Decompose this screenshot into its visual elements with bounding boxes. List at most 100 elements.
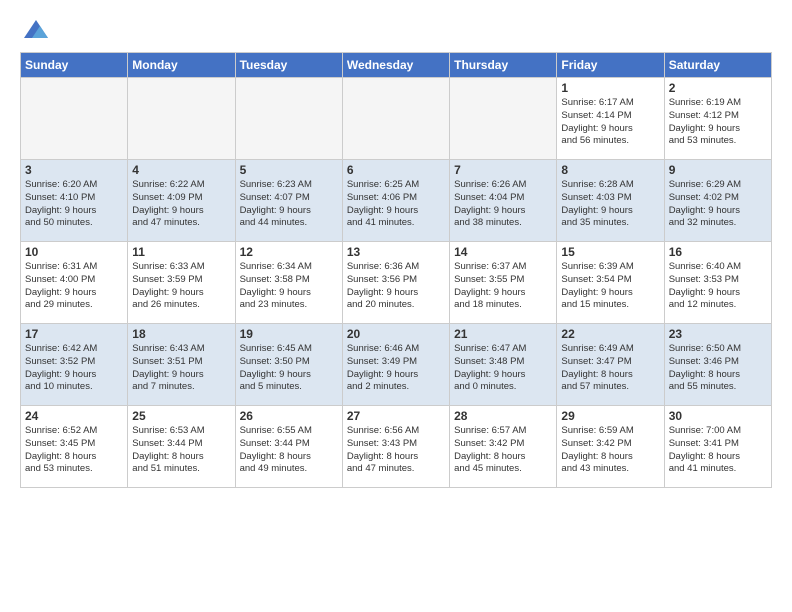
day-number: 3 (25, 163, 123, 177)
day-info: Sunrise: 6:40 AM Sunset: 3:53 PM Dayligh… (669, 261, 767, 312)
day-number: 11 (132, 245, 230, 259)
day-number: 17 (25, 327, 123, 341)
day-info: Sunrise: 6:26 AM Sunset: 4:04 PM Dayligh… (454, 179, 552, 230)
day-number: 18 (132, 327, 230, 341)
calendar-week-row: 1 Sunrise: 6:17 AM Sunset: 4:14 PM Daylig… (21, 78, 772, 160)
day-info: Sunrise: 6:45 AM Sunset: 3:50 PM Dayligh… (240, 343, 338, 394)
calendar-cell: 26Sunrise: 6:55 AM Sunset: 3:44 PM Dayli… (235, 406, 342, 488)
day-info: Sunrise: 6:39 AM Sunset: 3:54 PM Dayligh… (561, 261, 659, 312)
calendar-cell: 15 Sunrise: 6:39 AM Sunset: 3:54 PM Dayli… (557, 242, 664, 324)
logo-icon (22, 16, 50, 44)
day-number: 30 (669, 409, 767, 423)
calendar-cell: 8 Sunrise: 6:28 AM Sunset: 4:03 PM Daylig… (557, 160, 664, 242)
day-number: 29 (561, 409, 659, 423)
day-number: 25 (132, 409, 230, 423)
calendar-week-row: 3Sunrise: 6:20 AM Sunset: 4:10 PM Daylig… (21, 160, 772, 242)
calendar-cell: 20 Sunrise: 6:46 AM Sunset: 3:49 PM Dayli… (342, 324, 449, 406)
calendar-cell: 29 Sunrise: 6:59 AM Sunset: 3:42 PM Dayli… (557, 406, 664, 488)
calendar-cell (342, 78, 449, 160)
day-number: 13 (347, 245, 445, 259)
day-number: 19 (240, 327, 338, 341)
calendar-cell: 16 Sunrise: 6:40 AM Sunset: 3:53 PM Dayli… (664, 242, 771, 324)
calendar-cell (21, 78, 128, 160)
day-number: 2 (669, 81, 767, 95)
day-info: Sunrise: 6:25 AM Sunset: 4:06 PM Dayligh… (347, 179, 445, 230)
day-info: Sunrise: 6:56 AM Sunset: 3:43 PM Dayligh… (347, 425, 445, 476)
day-number: 27 (347, 409, 445, 423)
day-number: 6 (347, 163, 445, 177)
day-number: 26 (240, 409, 338, 423)
calendar-cell: 22Sunrise: 6:49 AM Sunset: 3:47 PM Dayli… (557, 324, 664, 406)
day-number: 14 (454, 245, 552, 259)
calendar-cell: 9 Sunrise: 6:29 AM Sunset: 4:02 PM Daylig… (664, 160, 771, 242)
calendar-week-row: 24 Sunrise: 6:52 AM Sunset: 3:45 PM Dayli… (21, 406, 772, 488)
day-number: 1 (561, 81, 659, 95)
page: SundayMondayTuesdayWednesdayThursdayFrid… (0, 0, 792, 500)
day-info: Sunrise: 6:37 AM Sunset: 3:55 PM Dayligh… (454, 261, 552, 312)
day-info: Sunrise: 6:33 AM Sunset: 3:59 PM Dayligh… (132, 261, 230, 312)
day-number: 24 (25, 409, 123, 423)
day-number: 5 (240, 163, 338, 177)
logo (20, 16, 50, 44)
calendar-cell: 19 Sunrise: 6:45 AM Sunset: 3:50 PM Dayli… (235, 324, 342, 406)
calendar-cell: 5 Sunrise: 6:23 AM Sunset: 4:07 PM Daylig… (235, 160, 342, 242)
day-info: Sunrise: 6:52 AM Sunset: 3:45 PM Dayligh… (25, 425, 123, 476)
calendar-cell: 25 Sunrise: 6:53 AM Sunset: 3:44 PM Dayli… (128, 406, 235, 488)
day-info: Sunrise: 6:34 AM Sunset: 3:58 PM Dayligh… (240, 261, 338, 312)
day-info: Sunrise: 6:29 AM Sunset: 4:02 PM Dayligh… (669, 179, 767, 230)
weekday-header: Tuesday (235, 53, 342, 78)
day-info: Sunrise: 6:23 AM Sunset: 4:07 PM Dayligh… (240, 179, 338, 230)
calendar-cell: 30 Sunrise: 7:00 AM Sunset: 3:41 PM Dayli… (664, 406, 771, 488)
calendar-cell: 3Sunrise: 6:20 AM Sunset: 4:10 PM Daylig… (21, 160, 128, 242)
calendar-table: SundayMondayTuesdayWednesdayThursdayFrid… (20, 52, 772, 488)
day-info: Sunrise: 6:31 AM Sunset: 4:00 PM Dayligh… (25, 261, 123, 312)
calendar-cell: 4 Sunrise: 6:22 AM Sunset: 4:09 PM Daylig… (128, 160, 235, 242)
day-number: 21 (454, 327, 552, 341)
weekday-header: Wednesday (342, 53, 449, 78)
weekday-header: Saturday (664, 53, 771, 78)
day-info: Sunrise: 6:17 AM Sunset: 4:14 PM Dayligh… (561, 97, 659, 148)
calendar-cell: 21 Sunrise: 6:47 AM Sunset: 3:48 PM Dayli… (450, 324, 557, 406)
day-info: Sunrise: 6:59 AM Sunset: 3:42 PM Dayligh… (561, 425, 659, 476)
calendar-cell: 1 Sunrise: 6:17 AM Sunset: 4:14 PM Daylig… (557, 78, 664, 160)
day-info: Sunrise: 6:28 AM Sunset: 4:03 PM Dayligh… (561, 179, 659, 230)
calendar-cell: 14 Sunrise: 6:37 AM Sunset: 3:55 PM Dayli… (450, 242, 557, 324)
day-number: 12 (240, 245, 338, 259)
calendar-header-row: SundayMondayTuesdayWednesdayThursdayFrid… (21, 53, 772, 78)
calendar-cell: 6 Sunrise: 6:25 AM Sunset: 4:06 PM Daylig… (342, 160, 449, 242)
day-number: 9 (669, 163, 767, 177)
day-info: Sunrise: 6:46 AM Sunset: 3:49 PM Dayligh… (347, 343, 445, 394)
day-number: 8 (561, 163, 659, 177)
weekday-header: Monday (128, 53, 235, 78)
day-info: Sunrise: 6:22 AM Sunset: 4:09 PM Dayligh… (132, 179, 230, 230)
calendar-cell: 2 Sunrise: 6:19 AM Sunset: 4:12 PM Daylig… (664, 78, 771, 160)
calendar-cell: 27 Sunrise: 6:56 AM Sunset: 3:43 PM Dayli… (342, 406, 449, 488)
day-number: 23 (669, 327, 767, 341)
day-number: 7 (454, 163, 552, 177)
calendar-week-row: 10 Sunrise: 6:31 AM Sunset: 4:00 PM Dayli… (21, 242, 772, 324)
calendar-cell (235, 78, 342, 160)
weekday-header: Friday (557, 53, 664, 78)
day-number: 16 (669, 245, 767, 259)
day-info: Sunrise: 6:19 AM Sunset: 4:12 PM Dayligh… (669, 97, 767, 148)
day-info: Sunrise: 6:36 AM Sunset: 3:56 PM Dayligh… (347, 261, 445, 312)
day-info: Sunrise: 6:42 AM Sunset: 3:52 PM Dayligh… (25, 343, 123, 394)
day-info: Sunrise: 6:43 AM Sunset: 3:51 PM Dayligh… (132, 343, 230, 394)
calendar-cell: 28Sunrise: 6:57 AM Sunset: 3:42 PM Dayli… (450, 406, 557, 488)
calendar-cell (128, 78, 235, 160)
calendar-cell: 23Sunrise: 6:50 AM Sunset: 3:46 PM Dayli… (664, 324, 771, 406)
day-info: Sunrise: 6:53 AM Sunset: 3:44 PM Dayligh… (132, 425, 230, 476)
calendar-week-row: 17 Sunrise: 6:42 AM Sunset: 3:52 PM Dayli… (21, 324, 772, 406)
day-info: Sunrise: 7:00 AM Sunset: 3:41 PM Dayligh… (669, 425, 767, 476)
calendar-cell: 18 Sunrise: 6:43 AM Sunset: 3:51 PM Dayli… (128, 324, 235, 406)
weekday-header: Sunday (21, 53, 128, 78)
day-number: 15 (561, 245, 659, 259)
day-info: Sunrise: 6:47 AM Sunset: 3:48 PM Dayligh… (454, 343, 552, 394)
day-number: 4 (132, 163, 230, 177)
calendar-cell: 11 Sunrise: 6:33 AM Sunset: 3:59 PM Dayli… (128, 242, 235, 324)
calendar-cell: 12 Sunrise: 6:34 AM Sunset: 3:58 PM Dayli… (235, 242, 342, 324)
day-number: 10 (25, 245, 123, 259)
day-number: 20 (347, 327, 445, 341)
weekday-header: Thursday (450, 53, 557, 78)
calendar-cell (450, 78, 557, 160)
